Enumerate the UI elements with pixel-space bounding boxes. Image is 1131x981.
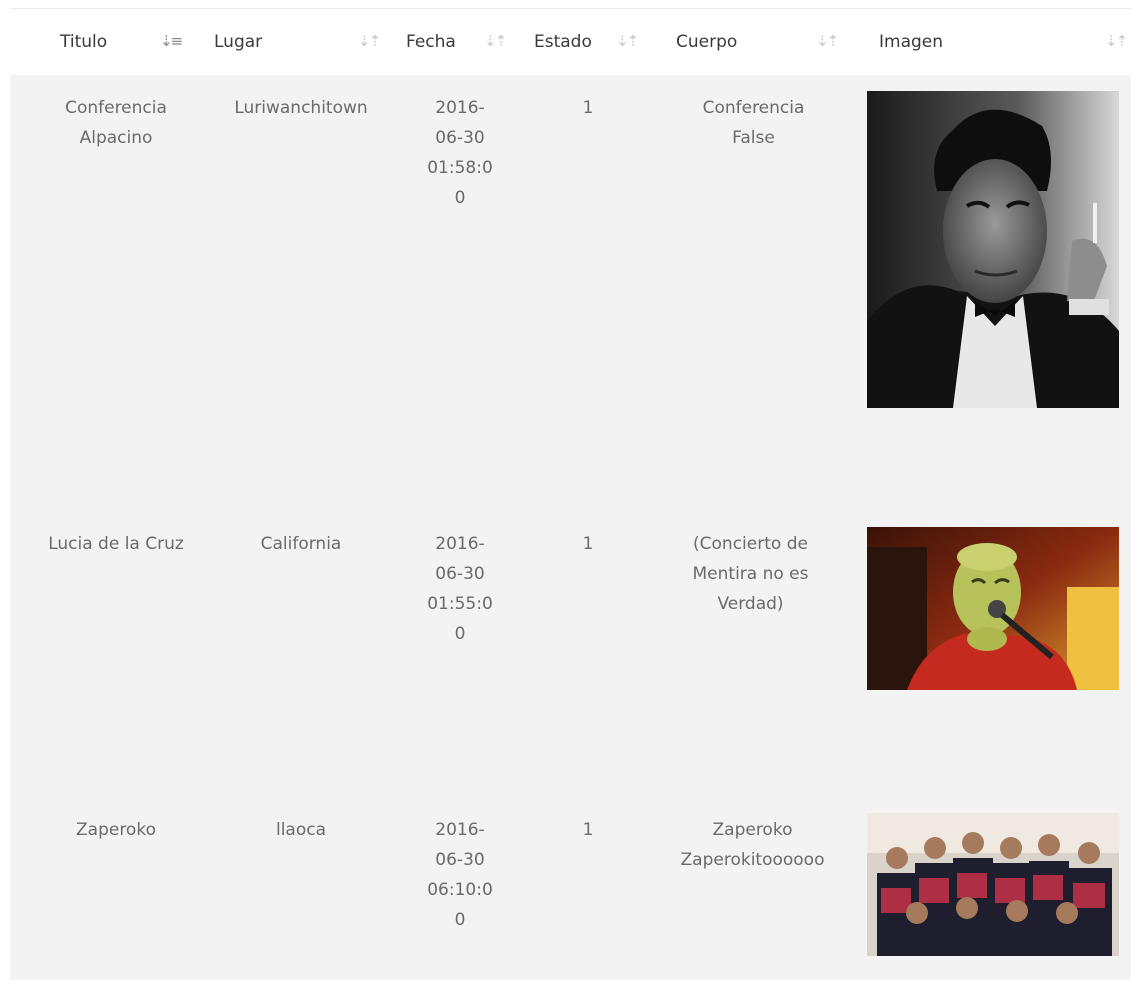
singer-with-microphone-image — [867, 526, 1119, 690]
sort-icon[interactable]: ⇣⇡ — [1105, 32, 1128, 50]
sort-icon[interactable]: ⇣⇡ — [484, 32, 507, 50]
cell-titulo: Lucia de la Cruz — [48, 533, 184, 554]
cell-fecha: 2016-06-30 06:10:00 — [427, 819, 493, 930]
column-header-titulo[interactable]: Titulo ⇣≡ — [10, 9, 206, 75]
cell-imagen — [853, 797, 1131, 980]
cell-estado: 1 — [582, 97, 594, 118]
cell-lugar: llaoca — [275, 819, 327, 840]
cell-fecha: 2016-06-30 01:58:00 — [427, 97, 493, 208]
column-header-label: Estado — [534, 31, 592, 52]
column-header-label: Titulo — [60, 31, 108, 52]
cell-estado: 1 — [582, 819, 594, 840]
events-table: Titulo ⇣≡ Lugar ⇣⇡ Fecha ⇣⇡ Estado ⇣⇡ Cu… — [10, 8, 1131, 980]
cell-lugar: California — [260, 533, 342, 554]
cell-titulo: Zaperoko — [76, 819, 156, 840]
column-header-label: Cuerpo — [676, 31, 738, 52]
cell-titulo: Conferencia Alpacino — [65, 97, 167, 148]
column-header-estado[interactable]: Estado ⇣⇡ — [524, 9, 652, 75]
column-header-label: Lugar — [214, 31, 263, 52]
cell-lugar: Luriwanchitown — [234, 97, 368, 118]
sort-asc-icon[interactable]: ⇣≡ — [160, 32, 183, 50]
cell-imagen — [853, 75, 1131, 511]
column-header-label: Imagen — [879, 31, 944, 52]
cell-cuerpo: Zaperoko Zaperokitoooooo — [680, 819, 825, 870]
column-header-lugar[interactable]: Lugar ⇣⇡ — [206, 9, 396, 75]
column-header-imagen[interactable]: Imagen ⇣⇡ — [853, 9, 1131, 75]
column-header-label: Fecha — [406, 31, 456, 52]
table-header-row: Titulo ⇣≡ Lugar ⇣⇡ Fecha ⇣⇡ Estado ⇣⇡ Cu… — [10, 8, 1131, 75]
table-row[interactable]: Zaperoko llaoca 2016-06-30 06:10:00 1 Za… — [10, 796, 1131, 980]
cell-imagen — [853, 511, 1131, 797]
cell-estado: 1 — [582, 533, 594, 554]
column-header-fecha[interactable]: Fecha ⇣⇡ — [396, 9, 524, 75]
cell-cuerpo: (Concierto de Mentira no es Verdad) — [692, 533, 809, 614]
column-header-cuerpo[interactable]: Cuerpo ⇣⇡ — [652, 9, 853, 75]
sort-icon[interactable]: ⇣⇡ — [816, 32, 839, 50]
sort-icon[interactable]: ⇣⇡ — [358, 32, 381, 50]
cell-fecha: 2016-06-30 01:55:00 — [427, 533, 493, 644]
portrait-man-in-tuxedo-image — [867, 90, 1119, 408]
table-row[interactable]: Conferencia Alpacino Luriwanchitown 2016… — [10, 74, 1131, 511]
sort-icon[interactable]: ⇣⇡ — [616, 32, 639, 50]
cell-cuerpo: Conferencia False — [702, 97, 805, 148]
band-group-photo-image — [867, 812, 1119, 956]
table-row[interactable]: Lucia de la Cruz California 2016-06-30 0… — [10, 510, 1131, 797]
events-table-container: Titulo ⇣≡ Lugar ⇣⇡ Fecha ⇣⇡ Estado ⇣⇡ Cu… — [10, 8, 1131, 980]
